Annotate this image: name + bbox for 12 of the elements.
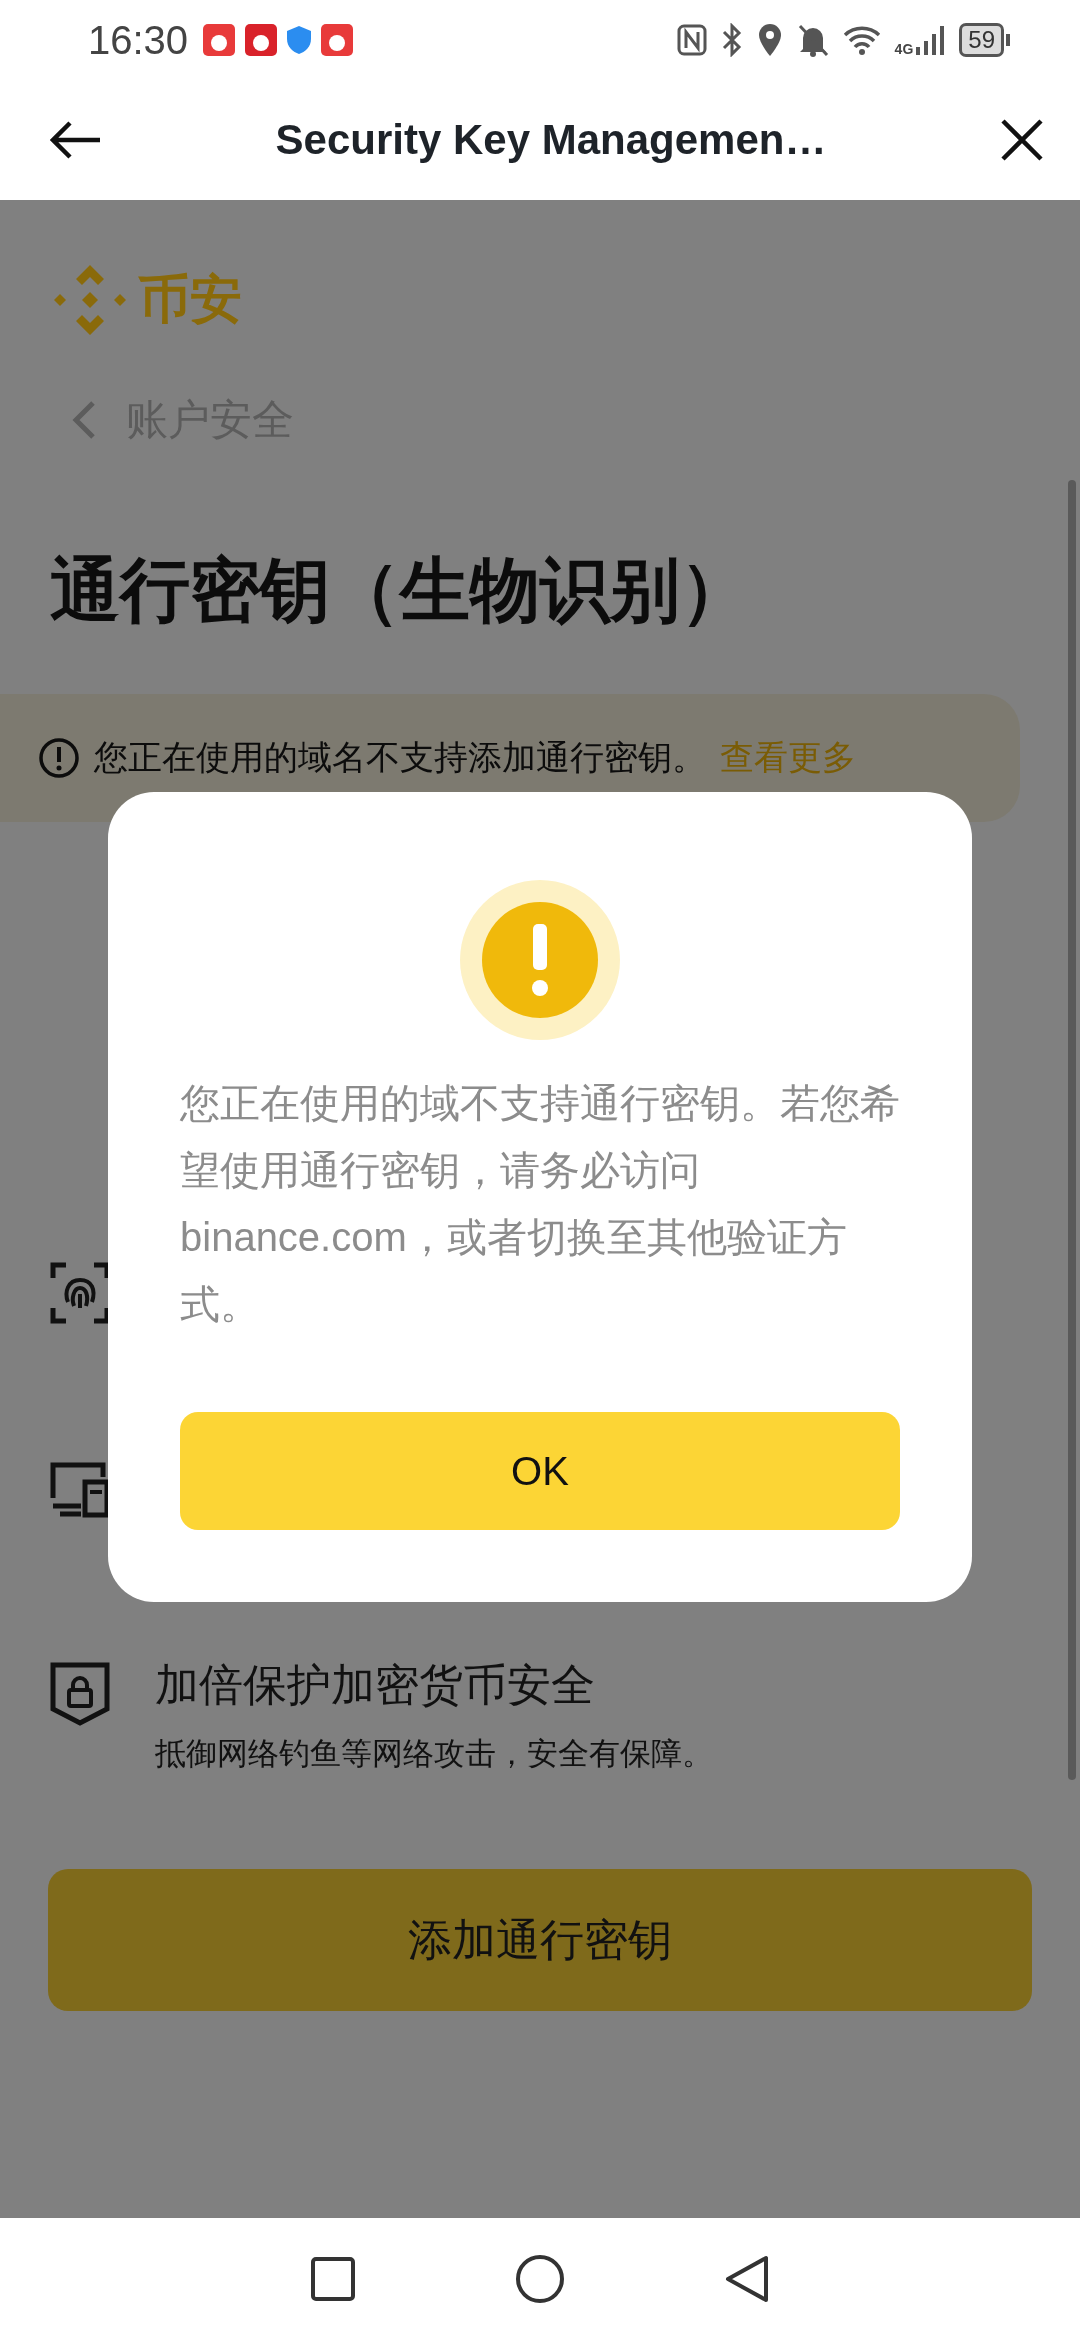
notice-text: 您正在使用的域名不支持添加通行密钥。 xyxy=(94,737,706,778)
add-passkey-button[interactable]: 添加通行密钥 xyxy=(48,1869,1032,2011)
status-time: 16:30 xyxy=(88,17,189,63)
logo-text: 币安 xyxy=(138,269,242,330)
battery-level: 59 xyxy=(959,23,1004,57)
page-title: Security Key Managemen… xyxy=(274,116,828,164)
feature-title: 加倍保护加密货币安全 xyxy=(155,1659,596,1711)
feature-description: 抵御网络钓鱼等网络攻击，安全有保障。 xyxy=(155,1735,713,1773)
dialog-message: 您正在使用的域不支持通行密钥。若您希望使用通行密钥，请务必访问binance.com，或者切换至其他验证方式。 xyxy=(180,1080,900,1328)
network-type: 4G xyxy=(894,41,914,57)
ok-button[interactable]: OK xyxy=(180,1412,900,1530)
section-title: 通行密钥（生物识别） xyxy=(50,550,751,631)
